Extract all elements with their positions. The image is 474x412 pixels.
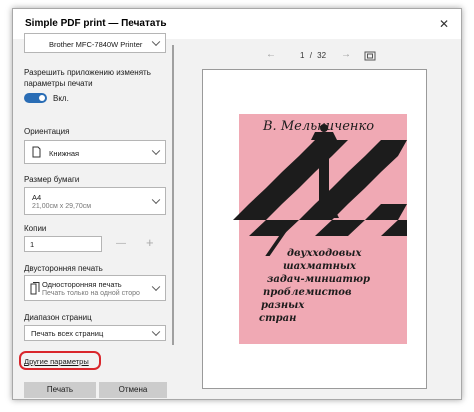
cover-line: шахматных <box>283 261 357 272</box>
close-icon[interactable]: ✕ <box>427 9 461 39</box>
cover-line: двухходовых <box>287 248 362 259</box>
increment-icon[interactable]: + <box>146 235 154 250</box>
next-page-icon[interactable]: → <box>341 49 351 60</box>
cover-line: задач-миниатюр <box>267 274 370 285</box>
chevron-down-icon <box>151 282 161 292</box>
toggle-knob <box>39 95 45 101</box>
duplex-page-icon <box>30 282 40 295</box>
chevron-down-icon <box>151 146 161 156</box>
orientation-select[interactable]: Книжная <box>24 140 166 164</box>
page-sep: / <box>309 51 312 60</box>
prev-page-icon[interactable]: ← <box>266 49 276 60</box>
page-total: 32 <box>317 51 327 60</box>
range-select[interactable]: Печать всех страниц <box>24 325 166 341</box>
duplex-select[interactable]: Односторонняя печать Печать только на од… <box>24 275 166 301</box>
paper-select[interactable]: A4 21,00см x 29,70см <box>24 187 166 215</box>
cover-line: проблемистов <box>263 287 352 298</box>
page-preview: В. Мельниченко 7 двухходовых шахматных з… <box>202 69 427 389</box>
orientation-value: Книжная <box>49 149 80 158</box>
page-counter: 1 / 32 <box>300 51 326 60</box>
panel-scrollbar[interactable] <box>172 45 174 345</box>
copies-input[interactable]: 1 <box>24 236 102 252</box>
toggle-label: Вкл. <box>53 94 69 103</box>
range-label: Диапазон страниц <box>24 313 92 322</box>
cover-author: В. Мельниченко <box>262 119 374 134</box>
paper-size: 21,00см x 29,70см <box>32 203 92 210</box>
fit-page-icon[interactable] <box>364 51 376 61</box>
copies-value: 1 <box>30 240 35 249</box>
range-value: Печать всех страниц <box>31 329 104 338</box>
cover-number: 7 <box>259 216 290 267</box>
page-icon <box>32 146 41 158</box>
allow-app-label-2: параметры печати <box>24 79 93 88</box>
cancel-button[interactable]: Отмена <box>99 382 167 398</box>
print-button[interactable]: Печать <box>24 382 96 398</box>
allow-app-toggle[interactable] <box>24 93 47 103</box>
book-cover: В. Мельниченко 7 двухходовых шахматных з… <box>233 114 407 344</box>
page-navigation: ← 1 / 32 → <box>174 49 461 65</box>
chevron-down-icon <box>151 37 161 47</box>
paper-value: A4 <box>32 193 42 202</box>
decrement-icon[interactable]: — <box>116 238 126 249</box>
duplex-value: Односторонняя печать <box>42 280 122 289</box>
printer-select[interactable]: Brother MFC-7840W Printer <box>24 33 166 53</box>
duplex-label: Двусторонняя печать <box>24 264 103 273</box>
printer-value: Brother MFC-7840W Printer <box>49 40 143 49</box>
orientation-label: Ориентация <box>24 127 70 136</box>
allow-app-label-1: Разрешить приложению изменять <box>24 68 151 77</box>
window-title: Simple PDF print — Печатать <box>25 18 167 29</box>
page-current: 1 <box>300 51 305 60</box>
print-dialog: Simple PDF print — Печатать ✕ Brother MF… <box>12 8 462 400</box>
cover-line: разных <box>261 300 305 311</box>
copies-label: Копии <box>24 224 47 233</box>
chevron-down-icon <box>151 327 161 337</box>
cover-line: стран <box>259 313 296 324</box>
more-settings-link[interactable]: Другие параметры <box>24 357 89 366</box>
settings-panel: Brother MFC-7840W Printer Разрешить прил… <box>13 33 173 399</box>
duplex-sub: Печать только на одной сторо <box>42 290 140 297</box>
paper-label: Размер бумаги <box>24 175 80 184</box>
chevron-down-icon <box>151 195 161 205</box>
